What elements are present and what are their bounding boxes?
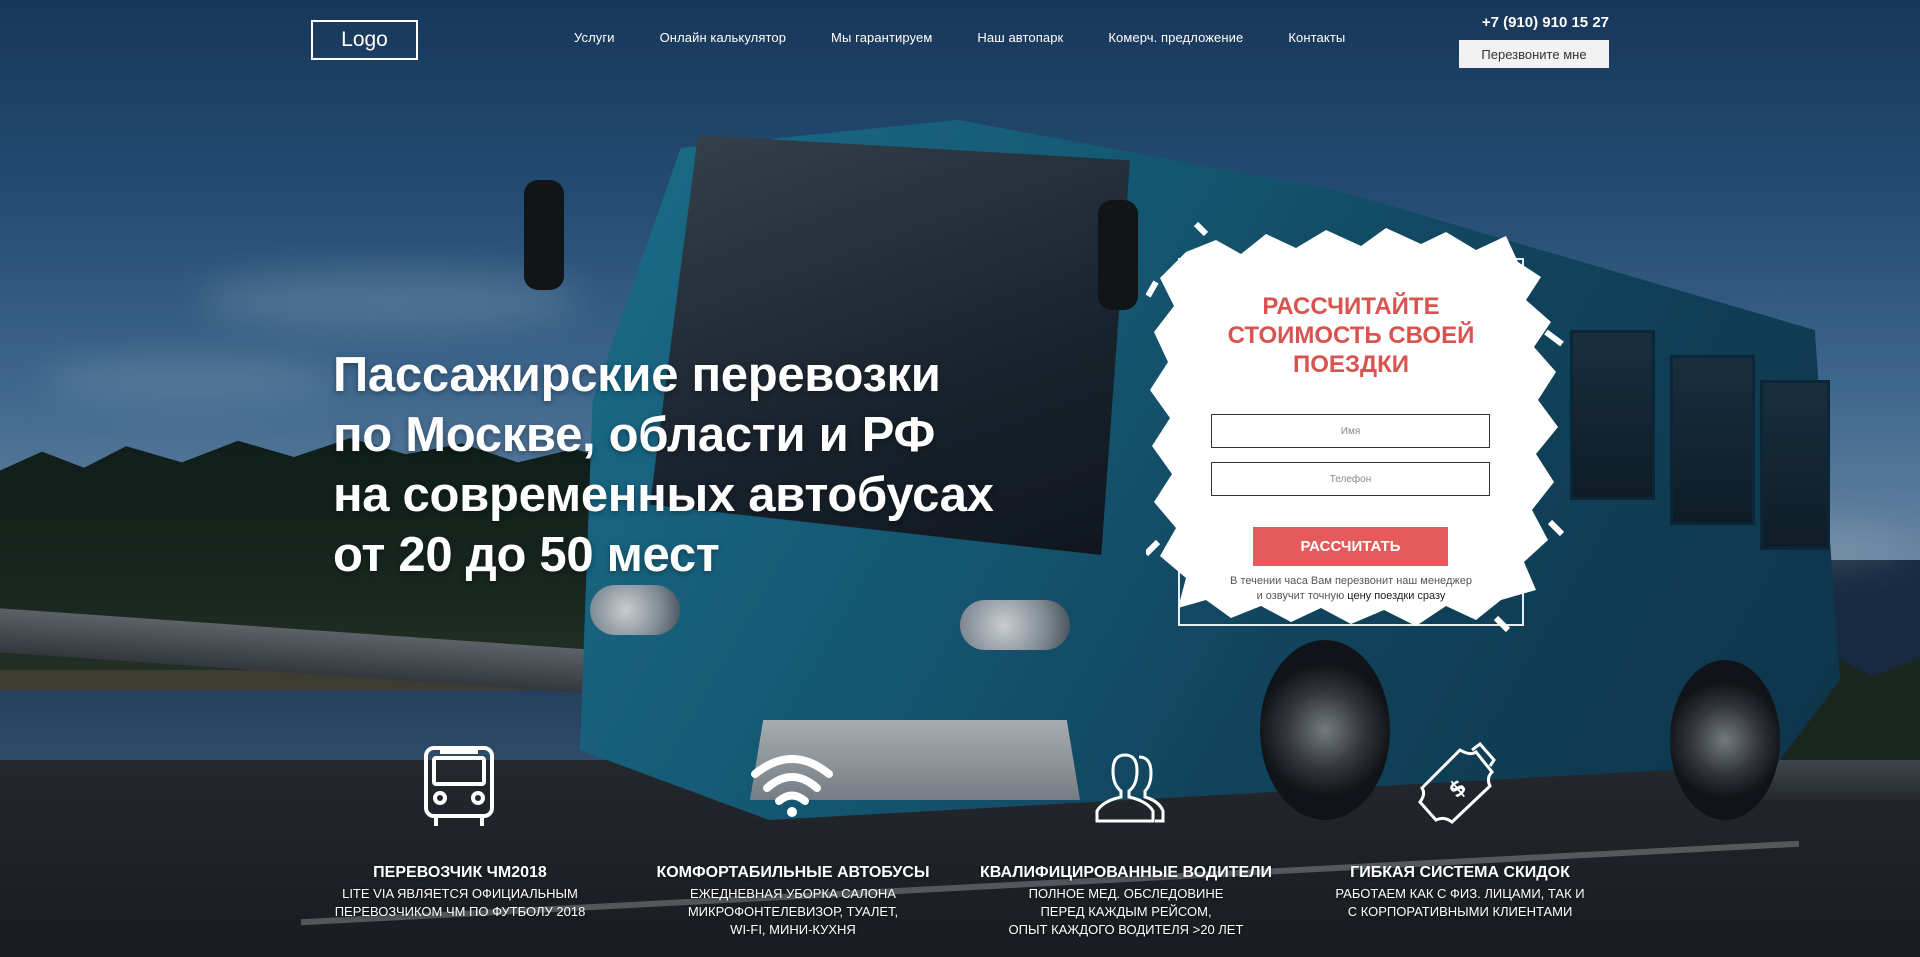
feature-text-line: МИКРОФОНТЕЛЕВИЗОР, ТУАЛЕТ, xyxy=(687,904,899,919)
feature-text-line: ОПЫТ КАЖДОГО ВОДИТЕЛЯ >20 ЛЕТ xyxy=(1008,922,1244,937)
nav-item-contacts[interactable]: Контакты xyxy=(1288,30,1345,45)
calculate-button[interactable]: РАССЧИТАТЬ xyxy=(1253,527,1448,566)
main-nav: Услуги Онлайн калькулятор Мы гарантируем… xyxy=(574,30,1390,45)
feature-text-line: РАБОТАЕМ КАК С ФИЗ. ЛИЦАМИ, ТАК И xyxy=(1335,886,1585,901)
nav-item-calculator[interactable]: Онлайн калькулятор xyxy=(660,30,786,45)
form-note: В течении часа Вам перезвонит наш менедж… xyxy=(1196,574,1506,604)
logo[interactable]: Logo xyxy=(311,20,418,60)
feature-title: ПЕРЕВОЗЧИК ЧМ2018 xyxy=(373,864,547,881)
feature-text-line: ПОЛНОЕ МЕД. ОБСЛЕДОВИНЕ xyxy=(1028,886,1224,901)
form-note-line: и озвучит точную цену поездки сразу xyxy=(1196,589,1506,604)
callback-button[interactable]: Перезвоните мне xyxy=(1459,40,1609,68)
form-title: РАССЧИТАЙТЕ СТОИМОСТЬ СВОЕЙ ПОЕЗДКИ xyxy=(1178,292,1524,379)
nav-item-guarantee[interactable]: Мы гарантируем xyxy=(831,30,932,45)
nav-item-offer[interactable]: Комерч. предложение xyxy=(1108,30,1243,45)
hero-title-line: от 20 до 50 мест xyxy=(333,528,720,582)
feature-text: LITE VIA ЯВЛЯЕТСЯ ОФИЦИАЛЬНЫМ ПЕРЕВОЗЧИК… xyxy=(310,885,610,921)
hero-title-line: Пассажирские перевозки xyxy=(333,348,941,402)
hero-title-line: на современных автобусах xyxy=(333,468,994,522)
feature-text-line: WI-FI, МИНИ-КУХНЯ xyxy=(730,922,856,937)
hero-title: Пассажирские перевозки по Москве, област… xyxy=(333,345,1093,585)
feature-title: КОМФОРТАБИЛЬНЫЕ АВТОБУСЫ xyxy=(656,864,930,881)
name-input[interactable] xyxy=(1211,414,1490,448)
form-title-line: РАССЧИТАЙТЕ xyxy=(1262,293,1440,320)
price-link[interactable]: цену поездки сразу xyxy=(1347,590,1445,602)
feature-text: ЕЖЕДНЕВНАЯ УБОРКА САЛОНА МИКРОФОНТЕЛЕВИЗ… xyxy=(633,885,953,939)
form-title-line: ПОЕЗДКИ xyxy=(1293,351,1409,378)
hero-title-line: по Москве, области и РФ xyxy=(333,408,936,462)
feature-text: ПОЛНОЕ МЕД. ОБСЛЕДОВИНЕ ПЕРЕД КАЖДЫМ РЕЙ… xyxy=(966,885,1286,939)
feature-text-line: ПЕРЕВОЗЧИКОМ ЧМ ПО ФУТБОЛУ 2018 xyxy=(334,904,586,919)
money-icon: $ xyxy=(1412,740,1502,830)
feature-text-line: С КОРПОРАТИВНЫМИ КЛИЕНТАМИ xyxy=(1347,904,1573,919)
users-icon xyxy=(1081,742,1171,832)
feature-title: ГИБКАЯ СИСТЕМА СКИДОК xyxy=(1350,864,1570,881)
nav-item-fleet[interactable]: Наш автопарк xyxy=(977,30,1063,45)
feature-text-line: ЕЖЕДНЕВНАЯ УБОРКА САЛОНА xyxy=(690,886,896,901)
feature-title: КВАЛИФИЦИРОВАННЫЕ ВОДИТЕЛИ xyxy=(980,864,1272,881)
svg-text:$: $ xyxy=(1444,775,1472,804)
form-note-prefix: и озвучит точную xyxy=(1256,590,1348,602)
bus-icon xyxy=(414,742,504,832)
form-note-line: В течении часа Вам перезвонит наш менедж… xyxy=(1230,575,1472,587)
nav-item-services[interactable]: Услуги xyxy=(574,30,615,45)
phone-number[interactable]: +7 (910) 910 15 27 xyxy=(1459,14,1609,31)
wifi-icon xyxy=(747,740,837,830)
feature-text-line: LITE VIA ЯВЛЯЕТСЯ ОФИЦИАЛЬНЫМ xyxy=(342,886,578,901)
feature-text-line: ПЕРЕД КАЖДЫМ РЕЙСОМ, xyxy=(1040,904,1212,919)
phone-input[interactable] xyxy=(1211,462,1490,496)
form-title-line: СТОИМОСТЬ СВОЕЙ xyxy=(1227,322,1475,349)
feature-text: РАБОТАЕМ КАК С ФИЗ. ЛИЦАМИ, ТАК И С КОРП… xyxy=(1300,885,1620,921)
